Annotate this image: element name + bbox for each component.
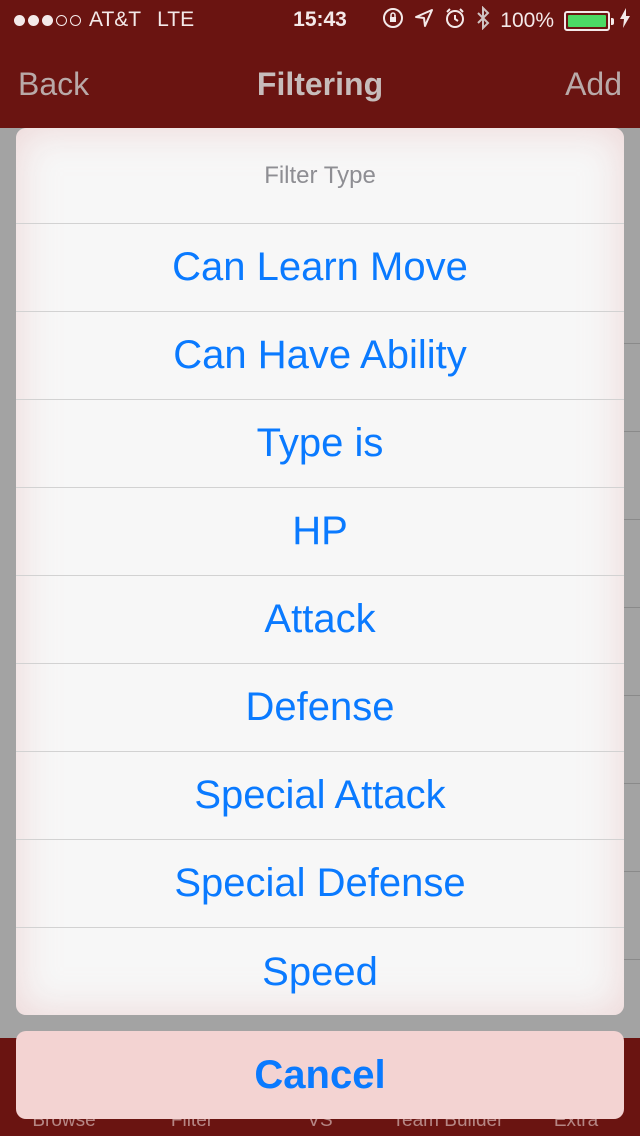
page-title: Filtering: [256, 66, 384, 102]
cancel-button[interactable]: Cancel: [16, 1031, 624, 1119]
charging-icon: [620, 8, 630, 34]
add-button[interactable]: Add: [565, 66, 622, 103]
option-can-learn-move[interactable]: Can Learn Move: [16, 224, 624, 312]
option-speed[interactable]: Speed: [16, 928, 624, 1015]
option-special-attack[interactable]: Special Attack: [16, 752, 624, 840]
status-right: 100%: [382, 5, 630, 36]
option-hp[interactable]: HP: [16, 488, 624, 576]
list-divider: [622, 959, 640, 960]
list-divider: [622, 871, 640, 872]
location-icon: [414, 8, 434, 34]
back-button[interactable]: Back: [18, 66, 89, 103]
bluetooth-icon: [476, 5, 490, 36]
list-divider: [622, 607, 640, 608]
alarm-icon: [444, 7, 466, 35]
status-bar: AT&T LTE 15:43 100%: [0, 0, 640, 40]
action-sheet: Filter Type Can Learn Move Can Have Abil…: [16, 128, 624, 1015]
option-attack[interactable]: Attack: [16, 576, 624, 664]
battery-percent: 100%: [500, 9, 554, 32]
top-bar: AT&T LTE 15:43 100% Back Filtering Add: [0, 0, 640, 128]
list-divider: [622, 343, 640, 344]
list-divider: [622, 695, 640, 696]
option-can-have-ability[interactable]: Can Have Ability: [16, 312, 624, 400]
navigation-bar: Back Filtering Add: [0, 40, 640, 128]
option-special-defense[interactable]: Special Defense: [16, 840, 624, 928]
list-divider: [622, 431, 640, 432]
option-type-is[interactable]: Type is: [16, 400, 624, 488]
list-divider: [622, 519, 640, 520]
battery-icon: [564, 11, 614, 31]
action-sheet-title: Filter Type: [16, 128, 624, 224]
list-divider: [622, 783, 640, 784]
screen: AT&T LTE 15:43 100% Back Filtering Add B…: [0, 0, 640, 1136]
rotation-lock-icon: [382, 7, 404, 35]
option-defense[interactable]: Defense: [16, 664, 624, 752]
